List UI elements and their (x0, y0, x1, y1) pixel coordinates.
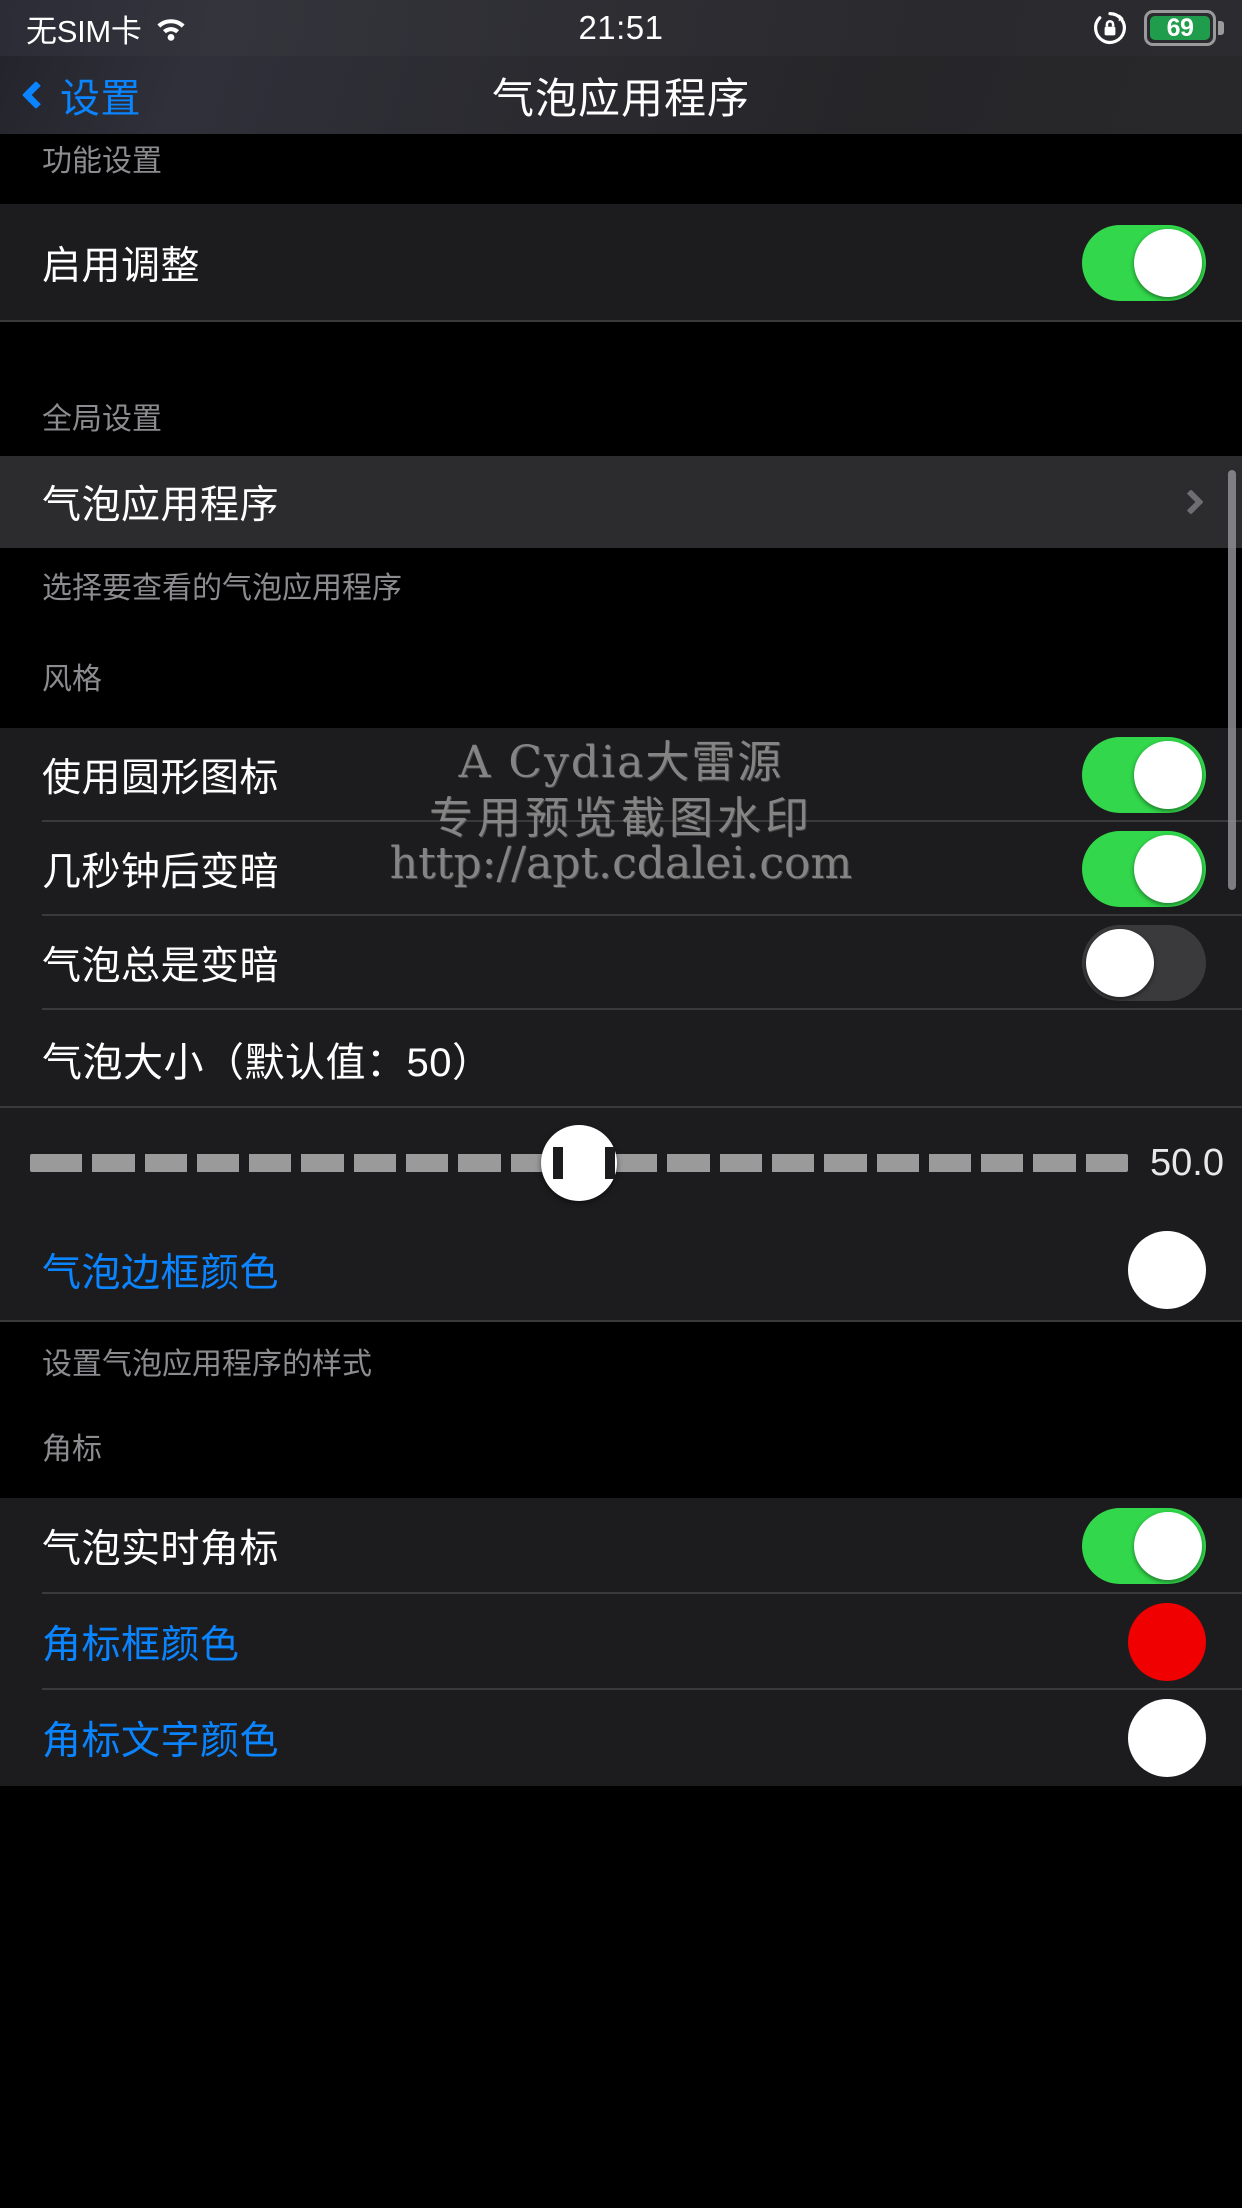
slider-tick (396, 1147, 406, 1179)
row-always-dim-label: 气泡总是变暗 (42, 945, 280, 988)
row-always-dim[interactable]: 气泡总是变暗 (0, 916, 1242, 1010)
toggle-enable-tweak[interactable] (1082, 225, 1206, 301)
toggle-dim-after-seconds[interactable] (1082, 831, 1206, 907)
row-bubble-apps[interactable]: 气泡应用程序 (0, 456, 1242, 548)
slider-wrap[interactable] (30, 1108, 1128, 1218)
slider-track[interactable] (30, 1125, 1128, 1201)
toggle-knob (1134, 229, 1202, 297)
toggle-knob (1134, 1512, 1202, 1580)
slider-tick (186, 1147, 197, 1179)
settings-list[interactable]: 功能设置 启用调整 全局设置 气泡应用程序 选择要查看的气泡应用程序 风格 使用… (0, 134, 1242, 2208)
slider-tick (291, 1147, 302, 1179)
slider-tick (552, 1147, 563, 1179)
toggle-live-badge[interactable] (1082, 1508, 1206, 1584)
group-style: 使用圆形图标 几秒钟后变暗 气泡总是变暗 气泡大小（默认值：50） 50.0 气… (0, 728, 1242, 1322)
slider-tick (134, 1147, 145, 1179)
battery-percent-label: 69 (1166, 13, 1194, 42)
row-separator (0, 320, 1242, 322)
battery-fill: 69 (1149, 13, 1210, 42)
row-use-round-icons[interactable]: 使用圆形图标 (0, 728, 1242, 822)
section-header-badge: 角标 (42, 1433, 102, 1466)
slider-tick (866, 1147, 877, 1179)
toggle-knob (1134, 741, 1202, 809)
slider-tick (605, 1147, 616, 1179)
row-bubble-border-color[interactable]: 气泡边框颜色 (0, 1218, 1242, 1322)
battery-indicator: 69 (1143, 10, 1224, 46)
bubble-size-label: 气泡大小（默认值：50） (42, 1041, 493, 1085)
slider-tick (657, 1147, 668, 1179)
slider-tick (709, 1147, 720, 1179)
row-bubble-apps-label: 气泡应用程序 (42, 484, 280, 527)
group-badge: 气泡实时角标 角标框颜色 角标文字颜色 (0, 1498, 1242, 1786)
wifi-icon (154, 14, 188, 42)
clock-label: 21:51 (578, 9, 664, 46)
section-footer-global: 选择要查看的气泡应用程序 (42, 572, 402, 605)
row-badge-border-color[interactable]: 角标框颜色 (0, 1594, 1242, 1690)
status-bar-right: 69 (832, 10, 1242, 46)
phone-screen: 无SIM卡 21:51 69 设置 气泡应用程序 功能设置 启用调整 全局设置 … (0, 0, 1242, 2208)
slider-tick (1023, 1147, 1034, 1179)
status-bar: 无SIM卡 21:51 69 (0, 0, 1242, 56)
group-global-settings: 气泡应用程序 (0, 456, 1242, 548)
slider-tick (448, 1147, 459, 1179)
row-live-badge[interactable]: 气泡实时角标 (0, 1498, 1242, 1594)
vertical-scrollbar[interactable] (1228, 470, 1236, 890)
back-button-label: 设置 (60, 77, 141, 121)
row-enable-tweak[interactable]: 启用调整 (0, 204, 1242, 322)
toggle-knob (1134, 835, 1202, 903)
row-badge-text-color-label: 角标文字颜色 (42, 1720, 280, 1763)
row-bubble-size-label: 气泡大小（默认值：50） (0, 1010, 1242, 1108)
status-bar-left: 无SIM卡 (0, 6, 410, 51)
group-function-settings: 启用调整 (0, 204, 1242, 322)
section-footer-style: 设置气泡应用程序的样式 (42, 1348, 372, 1381)
row-dim-after-seconds-label: 几秒钟后变暗 (42, 851, 280, 894)
row-use-round-icons-label: 使用圆形图标 (42, 757, 280, 800)
slider-tick (82, 1147, 93, 1179)
slider-tick (500, 1147, 511, 1179)
row-badge-border-color-label: 角标框颜色 (42, 1624, 240, 1667)
slider-tick (343, 1147, 354, 1179)
battery-tip (1217, 21, 1224, 35)
section-header-global: 全局设置 (42, 403, 162, 436)
battery-shell: 69 (1143, 10, 1216, 46)
row-badge-text-color[interactable]: 角标文字颜色 (0, 1690, 1242, 1786)
row-live-badge-label: 气泡实时角标 (42, 1528, 280, 1571)
color-swatch-badge-border[interactable] (1128, 1603, 1206, 1681)
row-bubble-border-color-label: 气泡边框颜色 (42, 1252, 280, 1295)
toggle-knob (1086, 929, 1154, 997)
back-button[interactable]: 设置 (0, 56, 141, 134)
row-dim-after-seconds[interactable]: 几秒钟后变暗 (0, 822, 1242, 916)
slider-tick (762, 1147, 772, 1179)
rotation-lock-icon-svg (1093, 12, 1126, 44)
row-enable-tweak-label: 启用调整 (42, 245, 201, 288)
color-swatch-bubble-border[interactable] (1128, 1231, 1206, 1309)
slider-tick (1075, 1147, 1086, 1179)
status-bar-center: 21:51 (410, 9, 832, 47)
slider-tick (971, 1147, 982, 1179)
navigation-bar: 设置 气泡应用程序 (0, 56, 1242, 134)
color-swatch-badge-text[interactable] (1128, 1699, 1206, 1777)
slider-tick (814, 1147, 825, 1179)
toggle-always-dim[interactable] (1082, 925, 1206, 1001)
section-header-function: 功能设置 (42, 145, 162, 178)
wifi-icon-svg (157, 19, 185, 41)
row-bubble-size-slider[interactable]: 50.0 (0, 1108, 1242, 1218)
section-header-style: 风格 (42, 663, 102, 696)
toggle-use-round-icons[interactable] (1082, 737, 1206, 813)
slider-tick (239, 1147, 250, 1179)
page-title: 气泡应用程序 (491, 74, 750, 122)
chevron-right-icon (1178, 489, 1204, 515)
rotation-lock-icon (1092, 10, 1128, 46)
chevron-left-icon (21, 80, 51, 110)
slider-value-label: 50.0 (1150, 1141, 1224, 1184)
slider-tick (918, 1147, 929, 1179)
row-separator (0, 1320, 1242, 1322)
carrier-label: 无SIM卡 (26, 13, 142, 49)
